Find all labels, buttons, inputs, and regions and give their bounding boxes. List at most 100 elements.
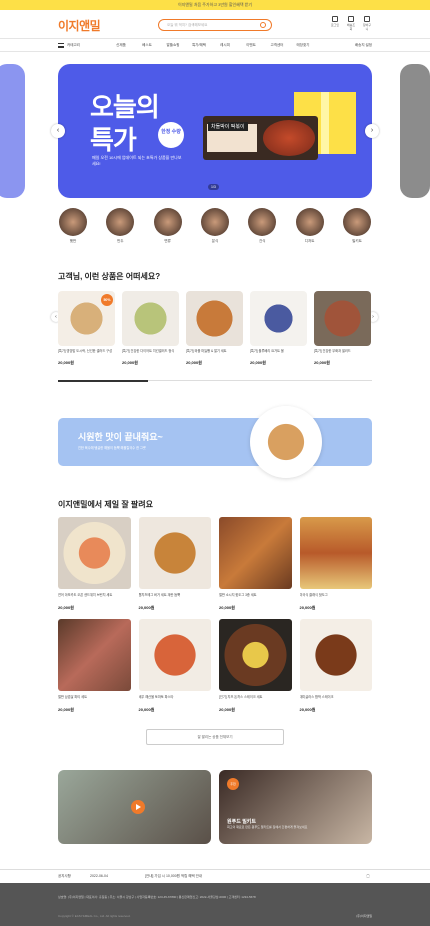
product-image bbox=[250, 291, 307, 346]
category-item[interactable]: 만두 bbox=[103, 208, 137, 244]
product-card[interactable]: 철판 삼겹살 파티 세트 20,000원 bbox=[58, 619, 131, 713]
product-image bbox=[299, 517, 372, 589]
nav-item[interactable]: 베스트 bbox=[134, 43, 160, 48]
hero-banner[interactable]: 오늘의 특가 한정 수량 매일 오전 10시에 업데이트 되는 초특가 상품을 … bbox=[58, 64, 372, 198]
category-image bbox=[200, 208, 229, 236]
top-promo-bar[interactable]: 이지앤밀 처음 주가하고 3만원 할인혜택 받기 bbox=[0, 0, 430, 10]
product-card[interactable]: [특가] 블루베리 요거트 볼 20,000원 bbox=[250, 291, 307, 366]
promo-banner[interactable]: 시원한 맛이 끝내줘요~ 진한 육수에 탱글한 해물이 듬뿍 해물칼국수 한 그… bbox=[58, 406, 372, 478]
category-label: 간식 bbox=[259, 239, 266, 243]
category-image bbox=[342, 208, 371, 236]
footer-copyright: Copyright © EASY&MEAL Co., Ltd. All righ… bbox=[58, 914, 131, 918]
login-button[interactable]: 로그인 bbox=[330, 16, 340, 31]
product-card[interactable]: [특가] 건강한 다이어트 치킨샐러드 정식 20,000원 bbox=[122, 291, 179, 366]
category-label: 햇반 bbox=[69, 239, 77, 243]
product-name: [특가] 블루베리 요거트 볼 bbox=[250, 349, 284, 353]
footer-brand: (주)이지앤밀 bbox=[356, 914, 372, 918]
product-price: 20,000원 bbox=[58, 360, 74, 365]
video-card-noodle[interactable]: 추천 원푸드 밀키트 최고의 재료로 만든 원푸드 밀키트를 집에서 간편하게 … bbox=[219, 770, 372, 844]
login-label: 로그인 bbox=[330, 23, 340, 27]
product-price: 20,000원 bbox=[122, 360, 138, 365]
category-label: 만두 bbox=[117, 239, 124, 243]
product-price: 20,000원 bbox=[138, 605, 155, 610]
main-nav: 카테고리 신제품 베스트 알뜰쇼핑 특가/혜택 레시피 이벤트 고객센터 매장찾… bbox=[0, 38, 430, 52]
view-all-best-button[interactable]: 잘 팔리는 상품 전체보기 bbox=[146, 729, 284, 745]
cart-button[interactable]: 장바구니 bbox=[362, 16, 372, 31]
nav-item[interactable]: 고객센터 bbox=[264, 43, 290, 48]
product-price: 20,000원 bbox=[58, 605, 74, 610]
product-price: 20,000원 bbox=[219, 605, 235, 610]
recommend-carousel: 50% [특가] 영양밥 도시락, 신선한 샐러드 구성 20,000원 [특가] … bbox=[58, 291, 372, 366]
notice-bar[interactable]: 공지사항 2022-06-04 [안내] 가입 시 10,000원 적립 혜택 … bbox=[0, 869, 430, 883]
top-promo-text: 이지앤밀 처음 주가하고 3만원 할인혜택 받기 bbox=[177, 2, 253, 7]
nav-item[interactable]: 알뜰쇼핑 bbox=[160, 43, 186, 48]
nav-item[interactable]: 신제품 bbox=[108, 43, 134, 48]
product-image bbox=[122, 291, 179, 346]
recommend-tag: 추천 bbox=[227, 778, 239, 790]
footer-company-info: 상호명: (주)이지앤밀 | 대표이사: 홍길동 | 주소: 서울시 강남구 |… bbox=[58, 895, 256, 899]
notice-date: 2022-06-04 bbox=[90, 874, 108, 878]
play-icon[interactable] bbox=[131, 800, 145, 814]
prev-banner-peek bbox=[0, 64, 25, 198]
product-card[interactable]: 햄치즈에그 버거 세트 계란 듬뿍 20,000원 bbox=[138, 517, 211, 611]
search-icon[interactable] bbox=[260, 22, 266, 28]
product-name: 미국식 클래식 핫도그 bbox=[299, 593, 328, 597]
product-card[interactable]: 50% [특가] 영양밥 도시락, 신선한 샐러드 구성 20,000원 bbox=[58, 291, 115, 366]
category-item[interactable]: 햇반 bbox=[56, 208, 90, 244]
product-card[interactable]: 데미글라스 함박 스테이크 20,000원 bbox=[299, 619, 372, 713]
cart-icon bbox=[364, 16, 370, 22]
search-placeholder: 오늘 뭐 먹지? 검색해보세요 bbox=[167, 23, 208, 27]
product-card[interactable]: [특가] 와플 마늘빵 & 딸기 세트 20,000원 bbox=[186, 291, 243, 366]
best-product-grid: 연어 아보카도 오픈 샌드위치 브런치 세트 20,000원 햄치즈에그 버거 세… bbox=[58, 517, 372, 713]
product-name: 새우 해산물 토마토 파스타 bbox=[138, 695, 174, 699]
video-card-cooking[interactable] bbox=[58, 770, 211, 844]
nav-item[interactable]: 레시피 bbox=[212, 43, 238, 48]
logo[interactable]: 이지앤밀 bbox=[58, 17, 101, 34]
category-item[interactable]: 분식 bbox=[198, 208, 232, 244]
product-price: 20,000원 bbox=[299, 605, 316, 610]
nav-item[interactable]: 특가/혜택 bbox=[186, 43, 212, 48]
chevron-right-icon: › bbox=[372, 314, 374, 320]
product-name: 철판 소시지 핫도그 3종 세트 bbox=[219, 593, 257, 597]
delivery-button[interactable]: 배송조회 bbox=[346, 16, 356, 31]
category-label: 분식 bbox=[211, 239, 219, 243]
category-menu-button[interactable]: 카테고리 bbox=[58, 43, 80, 48]
category-item[interactable]: 면류 bbox=[151, 208, 185, 244]
product-image: 50% bbox=[58, 291, 115, 346]
banner-product-label: 차돌박이 떡볶이 bbox=[208, 122, 248, 131]
product-price: 20,000원 bbox=[58, 707, 74, 712]
banner-prev-button[interactable]: ‹ bbox=[51, 124, 65, 138]
notice-text[interactable]: [안내] 가입 시 10,000원 적립 혜택 안내 bbox=[145, 874, 202, 879]
product-card[interactable]: 새우 해산물 토마토 파스타 20,000원 bbox=[138, 619, 211, 713]
product-image bbox=[219, 517, 292, 589]
product-price: 20,000원 bbox=[138, 707, 155, 712]
footer: 상호명: (주)이지앤밀 | 대표이사: 홍길동 | 주소: 서울시 강남구 |… bbox=[0, 883, 430, 926]
header: 이지앤밀 오늘 뭐 먹지? 검색해보세요 로그인 배송조회 장바구니 bbox=[0, 10, 430, 38]
product-image bbox=[299, 619, 372, 691]
nav-item[interactable]: 매장찾기 bbox=[290, 43, 316, 48]
header-icons: 로그인 배송조회 장바구니 bbox=[330, 16, 372, 31]
product-image bbox=[58, 517, 131, 589]
product-name: 햄치즈에그 버거 세트 계란 듬뿍 bbox=[138, 593, 181, 597]
product-name: 연어 아보카도 오픈 샌드위치 브런치 세트 bbox=[58, 593, 113, 597]
product-card[interactable]: [특가] 건강한 무화과 샐러드 20,000원 bbox=[314, 291, 371, 366]
nav-item[interactable]: 이벤트 bbox=[238, 43, 264, 48]
product-card[interactable]: 철판 소시지 핫도그 3종 세트 20,000원 bbox=[219, 517, 292, 611]
product-price: 20,000원 bbox=[299, 707, 316, 712]
delivery-address-button[interactable]: 배송지 설정 bbox=[355, 43, 372, 48]
product-price: 20,000원 bbox=[219, 707, 235, 712]
category-item[interactable]: 디저트 bbox=[293, 208, 327, 244]
category-item[interactable]: 밀키트 bbox=[340, 208, 374, 244]
carousel-progress bbox=[58, 379, 372, 382]
chevron-down-icon[interactable]: ﹀ bbox=[366, 876, 370, 881]
notice-controls[interactable]: ︿ ﹀ bbox=[366, 871, 370, 881]
banner-next-button[interactable]: › bbox=[365, 124, 379, 138]
carousel-progress-fill bbox=[58, 379, 148, 382]
product-card[interactable]: [인기] 치즈 돈까스 스테이크 세트 20,000원 bbox=[219, 619, 292, 713]
chevron-left-icon: ‹ bbox=[56, 127, 60, 134]
search-input[interactable]: 오늘 뭐 먹지? 검색해보세요 bbox=[158, 19, 272, 31]
sale-badge: 50% bbox=[101, 294, 113, 306]
product-card[interactable]: 연어 아보카도 오픈 샌드위치 브런치 세트 20,000원 bbox=[58, 517, 131, 611]
product-card[interactable]: 미국식 클래식 핫도그 20,000원 bbox=[299, 517, 372, 611]
category-item[interactable]: 간식 bbox=[245, 208, 279, 244]
